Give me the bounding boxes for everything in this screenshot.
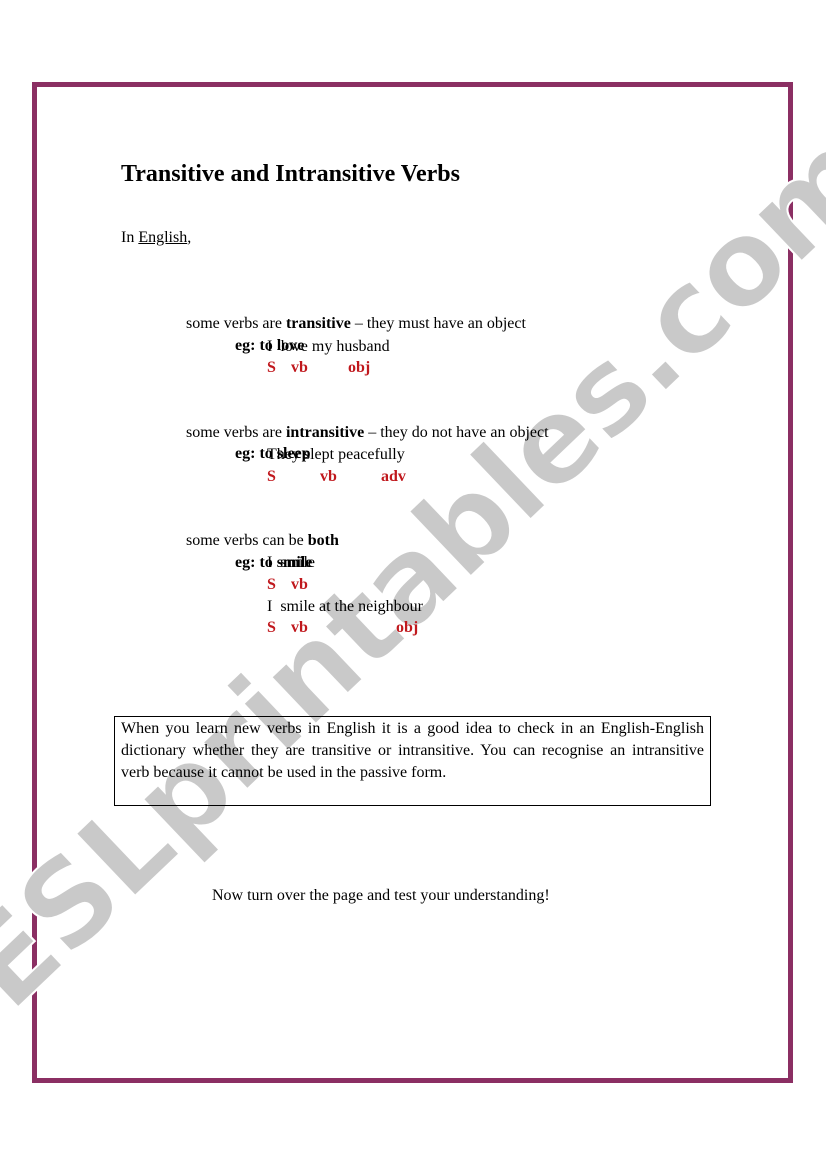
tag-verb: vb <box>291 576 308 593</box>
worksheet-content: Transitive and Intransitive Verbs In Eng… <box>0 0 826 1169</box>
dictionary-tip-box: When you learn new verbs in English it i… <box>114 716 711 806</box>
intro-line: In English, <box>121 227 191 248</box>
page-title: Transitive and Intransitive Verbs <box>121 161 460 187</box>
keyword-both: both <box>307 532 339 549</box>
tag-subject: S <box>267 619 276 636</box>
statement-text: – they do not have an object <box>364 424 549 441</box>
example-sentence: I smile at the neighbour <box>267 598 423 615</box>
english-link[interactable]: English <box>138 229 187 246</box>
eg-label: eg: <box>235 445 260 462</box>
intro-prefix: In <box>121 229 139 246</box>
tag-subject: S <box>267 468 276 485</box>
tag-verb: vb <box>291 359 308 376</box>
example-sentence: They slept peacefully <box>267 446 405 463</box>
intro-suffix: , <box>187 229 192 246</box>
statement-text: – they must have an object <box>350 315 526 332</box>
closing-instruction: Now turn over the page and test your und… <box>212 887 550 904</box>
tag-verb: vb <box>291 619 308 636</box>
tag-subject: S <box>267 359 276 376</box>
tag-object: obj <box>348 359 371 376</box>
tag-subject: S <box>267 576 276 593</box>
tag-verb: vb <box>320 468 337 485</box>
grammar-tags: S vb obj <box>267 617 418 722</box>
example-sentence: I smile <box>267 554 315 571</box>
tag-object: obj <box>396 619 419 636</box>
example-sentence: I love my husband <box>267 338 390 355</box>
tag-adverb: adv <box>381 468 406 485</box>
eg-label: eg: <box>235 337 260 354</box>
eg-label: eg: <box>235 554 260 571</box>
